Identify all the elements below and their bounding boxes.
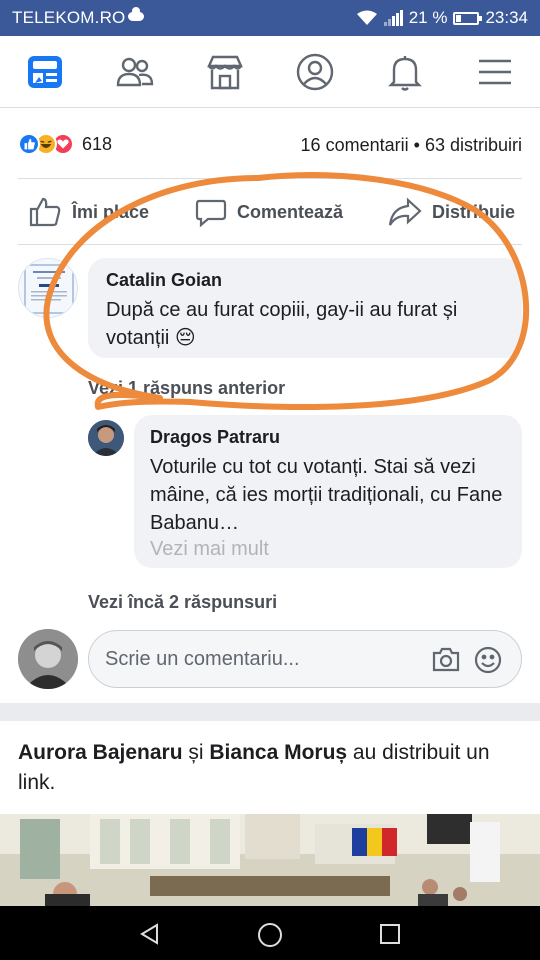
comment-input[interactable]: Scrie un comentariu... — [88, 630, 522, 688]
recents-icon[interactable] — [379, 923, 401, 945]
feed-separator — [0, 703, 540, 721]
android-nav-bar — [0, 906, 540, 960]
battery-percent: 21 % — [408, 8, 448, 27]
home-icon[interactable] — [257, 922, 283, 948]
friends-icon[interactable] — [115, 52, 155, 92]
comment-icon — [195, 199, 227, 228]
reply-bubble[interactable]: Dragos Patraru Voturile cu tot cu votanț… — [134, 415, 522, 568]
comment-button[interactable]: Comentează — [195, 196, 343, 228]
comment-input-placeholder: Scrie un comentariu... — [105, 648, 300, 670]
carrier-name: TELEKOM.RO — [12, 8, 126, 27]
conjunction: și — [182, 741, 210, 764]
reply-text: Voturile cu tot cu votanți. Stai să vezi… — [150, 456, 503, 534]
like-reaction-icon — [18, 133, 40, 155]
previous-reply-link[interactable]: Vezi 1 răspuns anterior — [88, 378, 285, 399]
like-button[interactable]: Îmi place — [28, 196, 149, 228]
share-icon — [388, 197, 422, 226]
person-photo — [88, 420, 124, 456]
battery-icon — [453, 11, 483, 25]
reaction-count: 618 — [82, 133, 113, 154]
post-stats[interactable]: 16 comentarii • 63 distribuiri — [301, 135, 522, 156]
like-label: Îmi place — [72, 201, 150, 222]
clock: 23:34 — [485, 8, 528, 27]
classroom-photo — [0, 814, 540, 906]
shares-count[interactable]: 63 distribuiri — [425, 135, 522, 155]
certificate-thumbnail — [19, 259, 77, 317]
notifications-icon[interactable] — [385, 52, 425, 92]
back-icon[interactable] — [138, 922, 162, 946]
divider — [18, 178, 522, 179]
comment-label: Comentează — [237, 201, 344, 222]
person-photo — [18, 629, 78, 689]
facebook-nav-bar — [0, 36, 540, 108]
cloud-icon — [128, 7, 144, 21]
divider — [18, 244, 522, 245]
camera-icon[interactable] — [431, 645, 461, 673]
share-button[interactable]: Distribuie — [388, 196, 515, 228]
comment-bubble[interactable]: Catalin Goian După ce au furat copiii, g… — [88, 258, 522, 358]
reply-author[interactable]: Dragos Patraru — [150, 427, 280, 448]
see-more-link[interactable]: Vezi mai mult — [150, 535, 269, 563]
sharer-name-2[interactable]: Bianca Moruș — [209, 741, 347, 764]
emoji-icon[interactable] — [473, 645, 503, 675]
comment-text: După ce au furat copiii, gay-ii au furat… — [106, 299, 458, 349]
news-feed-icon[interactable] — [25, 52, 65, 92]
more-replies-link[interactable]: Vezi încă 2 răspunsuri — [88, 592, 277, 613]
reply-author-avatar[interactable] — [88, 420, 124, 456]
stats-separator: • — [413, 135, 420, 155]
shared-link-image[interactable] — [0, 814, 540, 906]
marketplace-icon[interactable] — [205, 52, 245, 92]
wifi-icon — [356, 10, 377, 25]
like-icon — [29, 197, 61, 227]
menu-icon[interactable] — [475, 52, 515, 92]
profile-icon[interactable] — [295, 52, 335, 92]
shared-link-header: Aurora Bajenaru și Bianca Moruș au distr… — [18, 738, 528, 798]
comment-author[interactable]: Catalin Goian — [106, 270, 222, 291]
commenter-avatar[interactable] — [18, 258, 78, 318]
reactions-summary[interactable]: 618 — [18, 133, 112, 155]
share-label: Distribuie — [432, 201, 516, 222]
comments-count[interactable]: 16 comentarii — [301, 135, 409, 155]
sharer-name-1[interactable]: Aurora Bajenaru — [18, 741, 183, 764]
status-bar: TELEKOM.RO 21 % 23:34 — [0, 0, 540, 36]
signal-icon — [383, 10, 403, 26]
current-user-avatar — [18, 629, 78, 689]
